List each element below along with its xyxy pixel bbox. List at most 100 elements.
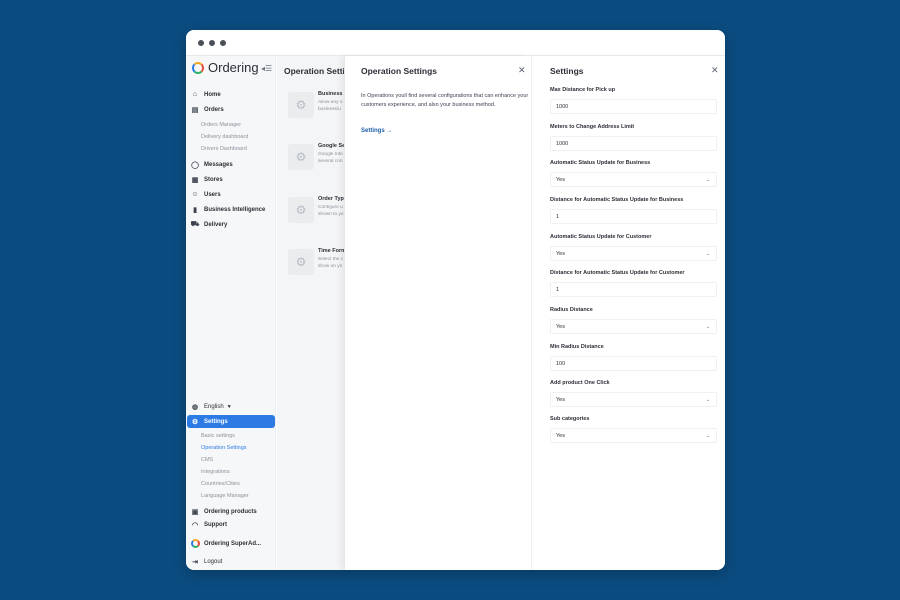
field-label: Automatic Status Update for Business [550, 160, 651, 166]
chevron-down-icon: ⌄ [705, 324, 710, 330]
radius-distance-select[interactable]: Yes ⌄ [550, 319, 717, 334]
select-value: Yes [556, 323, 565, 330]
sidebar-item-label: Users [204, 191, 221, 198]
chevron-down-icon: ⌄ [705, 433, 710, 439]
sidebar-item-delivery[interactable]: ⛟ Delivery [190, 218, 274, 231]
chevron-down-icon: ⌄ [705, 251, 710, 257]
gear-icon: ⚙ [288, 197, 314, 223]
max-distance-pickup-input[interactable]: 1000 [550, 99, 717, 114]
sidebar-item-label: Business Intelligence [204, 206, 266, 213]
card-description: Configure u shown to yo [318, 205, 344, 217]
sidebar-subitem-drivers-dashboard[interactable]: Drivers Dashboard [201, 146, 247, 152]
distance-auto-status-customer-input[interactable]: 1 [550, 282, 717, 297]
chevron-down-icon: ⌄ [705, 397, 710, 403]
sidebar-item-label: Home [204, 91, 221, 98]
sidebar-subitem-cms[interactable]: CMS [201, 457, 213, 463]
collapse-sidebar-icon[interactable]: ◂☰ [261, 64, 272, 73]
logout-label: Logout [204, 558, 223, 565]
gear-icon: ⚙ [191, 418, 199, 426]
card-title: Google Set [318, 143, 346, 149]
home-icon: ⌂ [192, 91, 198, 98]
sidebar-item-home[interactable]: ⌂ Home [190, 88, 274, 101]
sidebar-item-support[interactable]: ◠ Support [190, 518, 274, 531]
logo[interactable]: Ordering [192, 60, 259, 75]
store-icon: ▦ [191, 176, 199, 184]
distance-auto-status-business-input[interactable]: 1 [550, 209, 717, 224]
gear-icon: ⚙ [288, 92, 314, 118]
setting-card-order-type[interactable]: ⚙ Order Type Configure u shown to yo [288, 194, 346, 228]
meters-change-address-input[interactable]: 1000 [550, 136, 717, 151]
sidebar-item-business-intelligence[interactable]: ▮ Business Intelligence [190, 203, 274, 216]
avatar [190, 539, 200, 548]
window-titlebar [186, 30, 725, 56]
sidebar-item-label: Ordering products [204, 508, 257, 515]
card-description: Select the c show on yo [318, 257, 344, 269]
gear-icon: ⚙ [288, 144, 314, 170]
sub-categories-select[interactable]: Yes ⌄ [550, 428, 717, 443]
card-description: Allow any u business/u [318, 100, 343, 112]
window-dot [209, 40, 215, 46]
setting-card-google[interactable]: ⚙ Google Set Google Inte several con [288, 141, 346, 175]
operation-settings-list: Operation Settings ⚙ Business S Allow an… [277, 56, 360, 570]
select-value: Yes [556, 396, 565, 403]
panel-title: Operation Settings [361, 66, 438, 76]
sidebar-subitem-integrations[interactable]: Integrations [201, 469, 230, 475]
close-icon[interactable]: ✕ [518, 65, 526, 76]
select-value: Yes [556, 250, 565, 257]
select-value: Yes [556, 432, 565, 439]
sidebar-subitem-language-manager[interactable]: Language Manager [201, 493, 249, 499]
settings-panel: Settings ✕ Max Distance for Pick up 1000… [531, 56, 725, 570]
settings-link[interactable]: Settings → [361, 128, 392, 134]
account-name: Ordering SuperAd... [204, 540, 262, 547]
sidebar-item-orders[interactable]: ▤ Orders [190, 103, 274, 116]
auto-status-business-select[interactable]: Yes ⌄ [550, 172, 717, 187]
setting-card-business[interactable]: ⚙ Business S Allow any u business/u [288, 89, 346, 123]
field-label: Meters to Change Address Limit [550, 124, 635, 130]
sidebar-item-settings[interactable]: ⚙ Settings [187, 415, 275, 428]
truck-icon: ⛟ [190, 221, 200, 228]
sidebar-item-label: Orders [204, 106, 224, 113]
sidebar-item-stores[interactable]: ▦ Stores [190, 173, 274, 186]
language-selector[interactable]: ◍ English ▼ [190, 400, 274, 413]
sidebar-item-ordering-products[interactable]: ▣ Ordering products [190, 505, 274, 518]
box-icon: ▣ [191, 508, 199, 516]
sidebar-subitem-basic-settings[interactable]: Basic settings [201, 433, 235, 439]
sidebar-subitem-countries-cities[interactable]: Countries/Cities [201, 481, 240, 487]
field-label: Max Distance for Pick up [550, 87, 616, 93]
logout-icon: ⇥ [192, 558, 198, 566]
sidebar-item-label: Stores [204, 176, 223, 183]
orders-icon: ▤ [191, 106, 199, 114]
field-label: Automatic Status Update for Customer [550, 234, 652, 240]
window-dot [198, 40, 204, 46]
sidebar-subitem-operation-settings[interactable]: Operation Settings [201, 445, 247, 451]
close-icon[interactable]: ✕ [711, 65, 719, 76]
users-icon: ☺ [191, 191, 199, 198]
window-dot [220, 40, 226, 46]
headset-icon: ◠ [191, 521, 199, 529]
min-radius-distance-input[interactable]: 100 [550, 356, 717, 371]
add-product-one-click-select[interactable]: Yes ⌄ [550, 392, 717, 407]
card-title: Business S [318, 91, 346, 97]
account-menu[interactable]: Ordering SuperAd... [190, 537, 274, 550]
sidebar-subitem-delivery-dashboard[interactable]: Delivery dashboard [201, 134, 248, 140]
card-title: Order Type [318, 196, 346, 202]
message-icon: ◯ [191, 161, 199, 169]
sidebar: Ordering ◂☰ ⌂ Home ▤ Orders Orders Manag… [186, 56, 276, 570]
logout-button[interactable]: ⇥ Logout [190, 555, 274, 568]
sidebar-item-label: Messages [204, 161, 233, 168]
chart-icon: ▮ [193, 206, 197, 214]
sidebar-item-label: Settings [204, 418, 228, 425]
caret-down-icon: ▼ [226, 403, 232, 410]
setting-card-time-format[interactable]: ⚙ Time Form Select the c show on yo [288, 246, 346, 280]
field-label: Sub categories [550, 416, 590, 422]
gear-icon: ⚙ [288, 249, 314, 275]
panel-description: In Operations youll find several configu… [361, 93, 529, 108]
sidebar-subitem-orders-manager[interactable]: Orders Manager [201, 122, 241, 128]
panel-title: Settings [550, 66, 584, 76]
ordering-logo-icon [192, 61, 204, 74]
auto-status-customer-select[interactable]: Yes ⌄ [550, 246, 717, 261]
select-value: Yes [556, 176, 565, 183]
language-label: English [204, 403, 224, 410]
sidebar-item-messages[interactable]: ◯ Messages [190, 158, 274, 171]
sidebar-item-users[interactable]: ☺ Users [190, 188, 274, 201]
